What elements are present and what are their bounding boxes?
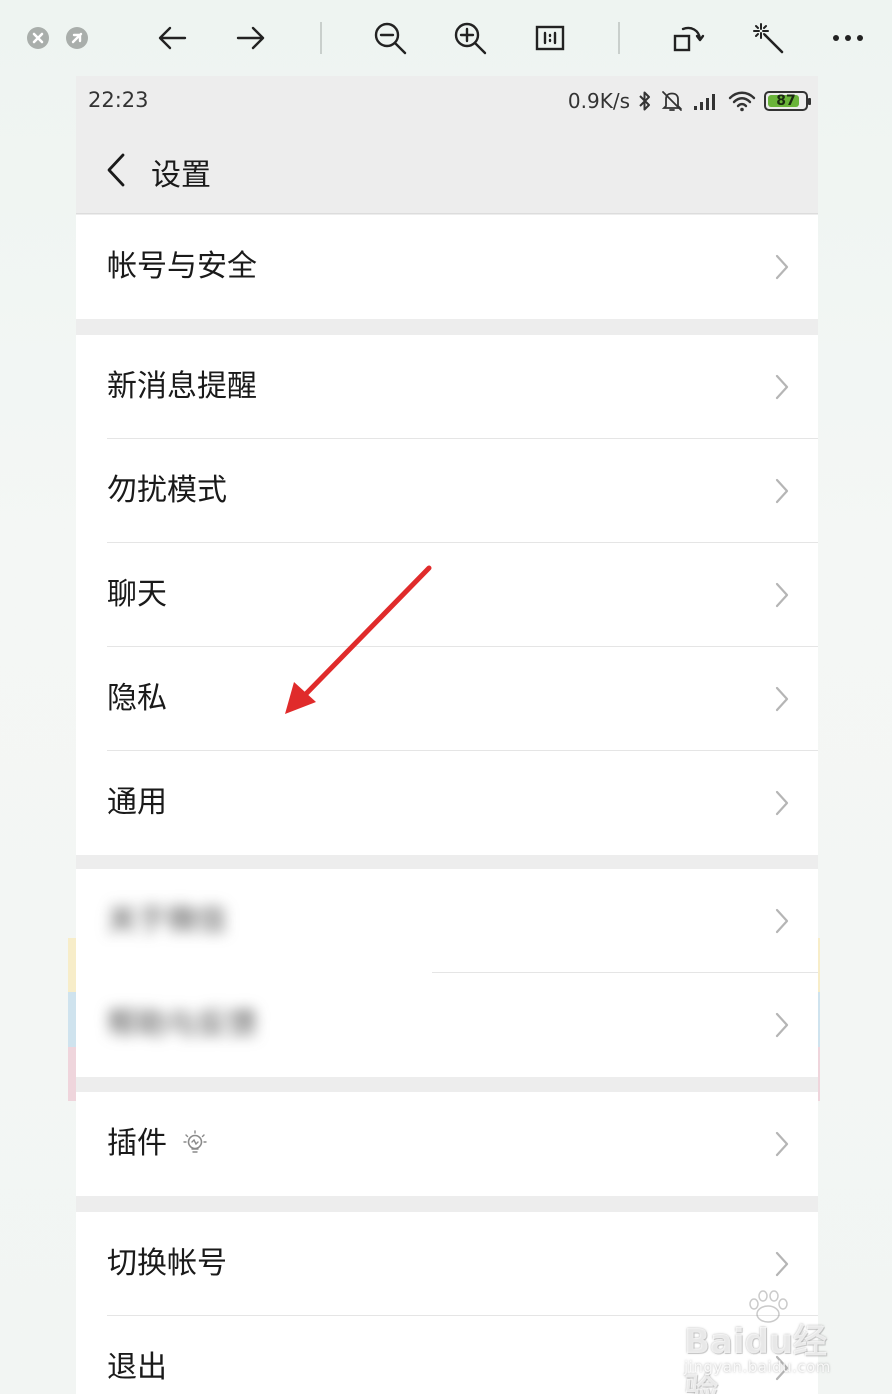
watermark-subtitle: jingyan.baidu.com [684, 1358, 831, 1376]
zoom-out-icon[interactable] [370, 18, 410, 58]
settings-group-general: 新消息提醒 勿扰模式 聊天 隐私 通用 [76, 335, 818, 855]
signal-icon [694, 94, 715, 110]
magic-wand-icon[interactable] [748, 18, 788, 58]
settings-item-account-security[interactable]: 帐号与安全 [76, 215, 818, 319]
page-title: 设置 [151, 158, 211, 193]
network-speed: 0.9K/s [567, 89, 630, 113]
more-icon[interactable] [828, 18, 868, 58]
settings-item-label: 帐号与安全 [107, 249, 257, 284]
side-strip [68, 1047, 76, 1101]
battery-icon: 87 [764, 91, 811, 111]
arrow-left-icon[interactable] [152, 18, 192, 58]
settings-group-plugins: 插件 [76, 1092, 818, 1196]
settings-item-label: 隐私 [107, 681, 167, 716]
viewer-toolbar [0, 0, 892, 76]
rotate-icon[interactable] [668, 18, 708, 58]
settings-item-label: 勿扰模式 [107, 473, 227, 508]
side-strip [68, 992, 76, 1047]
settings-group-account: 帐号与安全 [76, 215, 818, 319]
battery-percent: 87 [776, 93, 796, 109]
back-button[interactable] [96, 148, 136, 192]
watermark-title: Baidu经验 [684, 1322, 828, 1394]
chevron-right-icon [775, 686, 789, 712]
lightbulb-icon [183, 1130, 207, 1153]
settings-item-about[interactable]: 关于微信 [76, 869, 818, 973]
chevron-right-icon [775, 582, 789, 608]
close-icon[interactable] [18, 18, 58, 58]
side-strip [68, 938, 76, 992]
settings-item-label: 聊天 [107, 577, 167, 612]
baidu-watermark: Baidu经验 jingyan.baidu.com [676, 1290, 856, 1394]
settings-item-label: 帮助与反馈 [107, 1007, 257, 1042]
settings-item-plugins[interactable]: 插件 [76, 1092, 818, 1196]
wifi-icon [728, 91, 756, 112]
settings-item-label: 关于微信 [107, 903, 227, 938]
chevron-right-icon [775, 478, 789, 504]
status-bar: 22:23 0.9K/s 87 [76, 76, 818, 126]
actual-size-icon[interactable] [530, 18, 570, 58]
chevron-right-icon [775, 908, 789, 934]
settings-item-do-not-disturb[interactable]: 勿扰模式 [76, 439, 818, 543]
toolbar-separator [320, 22, 322, 54]
phone-screenshot: 22:23 0.9K/s 87 设置 帐号与安全 新消息提醒 勿扰模式 聊天 隐… [76, 76, 818, 1394]
minimize-icon[interactable] [57, 18, 97, 58]
chevron-right-icon [775, 1012, 789, 1038]
zoom-in-icon[interactable] [450, 18, 490, 58]
settings-item-general[interactable]: 通用 [76, 751, 818, 855]
chevron-left-icon [107, 153, 125, 187]
nav-bar: 设置 [76, 126, 818, 214]
settings-item-notifications[interactable]: 新消息提醒 [76, 335, 818, 439]
settings-item-chat[interactable]: 聊天 [76, 543, 818, 647]
chevron-right-icon [775, 374, 789, 400]
settings-item-label: 切换帐号 [107, 1246, 227, 1281]
settings-item-label: 退出 [107, 1350, 167, 1385]
settings-group-about: 关于微信 帮助与反馈 [76, 869, 818, 1077]
arrow-right-icon[interactable] [231, 18, 271, 58]
settings-item-label: 通用 [107, 785, 167, 820]
settings-item-help-feedback[interactable]: 帮助与反馈 [76, 973, 818, 1077]
chevron-right-icon [775, 790, 789, 816]
chevron-right-icon [775, 1131, 789, 1157]
chevron-right-icon [775, 1251, 789, 1277]
status-time: 22:23 [88, 88, 149, 112]
settings-item-label: 新消息提醒 [107, 369, 257, 404]
settings-item-label: 插件 [107, 1126, 167, 1161]
bluetooth-icon [639, 91, 650, 111]
mute-icon [661, 91, 683, 111]
settings-item-privacy[interactable]: 隐私 [76, 647, 818, 751]
chevron-right-icon [775, 254, 789, 280]
status-icons: 0.9K/s 87 [567, 86, 811, 116]
toolbar-separator [618, 22, 620, 54]
